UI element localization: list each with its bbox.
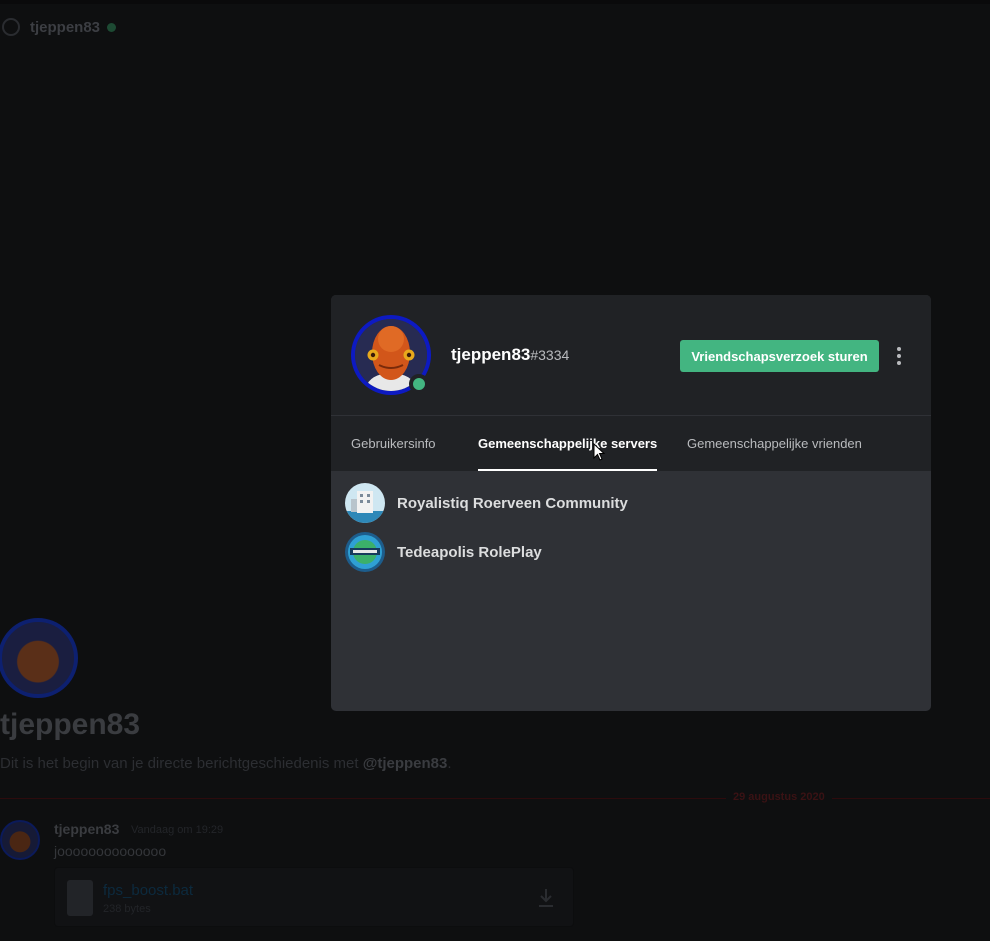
send-friend-request-button[interactable]: Vriendschapsverzoek sturen <box>680 340 879 372</box>
message-avatar[interactable] <box>0 820 40 860</box>
mouse-cursor-icon <box>593 443 606 461</box>
channel-header: tjeppen83 <box>0 0 990 50</box>
user-profile-modal: tjeppen83#3334 Vriendschapsverzoek sture… <box>331 295 931 711</box>
file-icon <box>67 880 93 916</box>
profile-username: tjeppen83#3334 <box>451 345 570 364</box>
server-name: Tedeapolis RolePlay <box>397 543 542 561</box>
message-text: joooooooooooooo <box>54 843 167 859</box>
online-status-icon <box>409 374 429 394</box>
list-item[interactable]: Tedeapolis RolePlay <box>345 532 542 572</box>
online-status-icon <box>107 22 117 32</box>
channel-intro-title: tjeppen83 <box>0 708 141 741</box>
profile-discriminator: #3334 <box>530 347 570 363</box>
profile-tab-bar: Gebruikersinfo Gemeenschappelijke server… <box>331 415 931 471</box>
at-icon <box>2 18 20 36</box>
channel-intro-avatar <box>0 618 78 698</box>
download-icon[interactable] <box>537 888 555 908</box>
channel-intro-text: Dit is het begin van je directe berichtg… <box>0 755 452 772</box>
tab-user-info[interactable]: Gebruikersinfo <box>351 416 436 471</box>
server-name: Royalistiq Roerveen Community <box>397 494 628 512</box>
list-item[interactable]: Royalistiq Roerveen Community <box>345 483 628 523</box>
attachment-filename[interactable]: fps_boost.bat <box>103 882 193 899</box>
more-options-icon[interactable] <box>891 344 907 368</box>
tab-mutual-servers[interactable]: Gemeenschappelijke servers <box>478 416 658 471</box>
message-author[interactable]: tjeppen83 <box>54 821 119 837</box>
message-timestamp: Vandaag om 19:29 <box>131 824 224 836</box>
user-mention[interactable]: @tjeppen83 <box>363 755 448 772</box>
file-attachment: fps_boost.bat 238 bytes <box>54 867 574 927</box>
profile-header: tjeppen83#3334 Vriendschapsverzoek sture… <box>331 295 931 471</box>
date-divider-line <box>0 798 990 799</box>
channel-header-name: tjeppen83 <box>30 18 101 36</box>
tab-mutual-friends[interactable]: Gemeenschappelijke vrienden <box>687 416 862 471</box>
attachment-size: 238 bytes <box>103 903 151 915</box>
date-divider-label: 29 augustus 2020 <box>726 791 832 803</box>
tedeapolis-server-icon <box>345 532 385 572</box>
royalistiq-server-icon <box>345 483 385 523</box>
